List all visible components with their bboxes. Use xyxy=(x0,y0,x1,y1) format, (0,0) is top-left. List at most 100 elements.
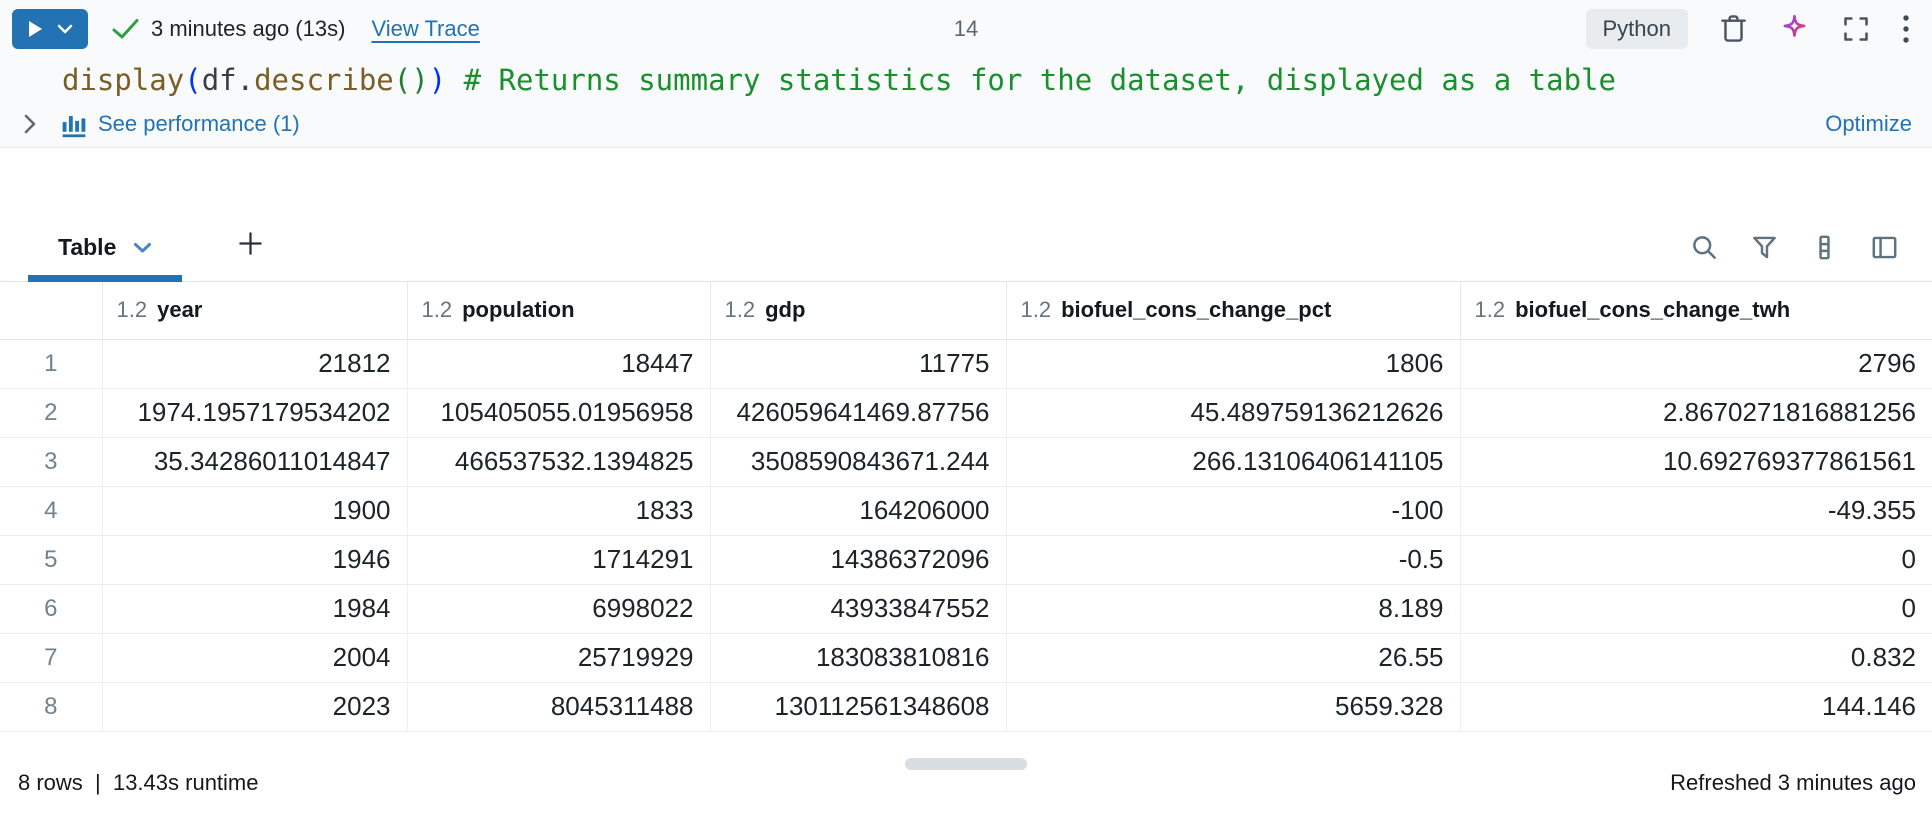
cell[interactable]: 43933847552 xyxy=(710,584,1007,634)
cell[interactable]: 25719929 xyxy=(407,633,711,683)
column-name: year xyxy=(157,297,203,323)
numeric-type-icon: 1.2 xyxy=(116,297,148,323)
code-token: ) xyxy=(411,63,429,97)
cell[interactable]: 466537532.1394825 xyxy=(407,437,711,487)
cell[interactable]: 35.34286011014847 xyxy=(102,437,408,487)
tab-table[interactable]: Table xyxy=(28,220,183,282)
cell[interactable]: 105405055.01956958 xyxy=(407,388,711,438)
see-performance-link[interactable]: See performance (1) xyxy=(98,111,300,137)
side-panel-button[interactable] xyxy=(1871,234,1898,261)
cell[interactable]: 21812 xyxy=(102,339,408,389)
code-token: ( xyxy=(184,63,202,97)
results-toolbar: Table xyxy=(0,148,1932,282)
cell-toolbar-actions: Python xyxy=(1585,8,1911,49)
column-header-biofuel_cons_change_twh[interactable]: 1.2 biofuel_cons_change_twh xyxy=(1460,282,1932,340)
columns-icon xyxy=(1811,234,1838,261)
filter-icon xyxy=(1751,234,1778,261)
cell[interactable]: 11775 xyxy=(710,339,1007,389)
cell[interactable]: 1974.1957179534202 xyxy=(102,388,408,438)
cell[interactable]: 10.692769377861561 xyxy=(1460,437,1932,487)
cell[interactable]: 0 xyxy=(1460,584,1932,634)
table-header-row: 1.2 year 1.2 population 1.2 gdp 1.2 biofuel_con… xyxy=(0,282,1932,340)
play-icon xyxy=(27,19,44,39)
cell[interactable]: 2023 xyxy=(102,682,408,732)
cell[interactable]: 2.8670271816881256 xyxy=(1460,388,1932,438)
columns-button[interactable] xyxy=(1811,234,1838,261)
cell[interactable]: 130112561348608 xyxy=(710,682,1007,732)
kebab-menu-icon xyxy=(1902,14,1910,44)
performance-row: See performance (1) Optimize xyxy=(0,105,1932,147)
column-header-year[interactable]: 1.2 year xyxy=(102,282,408,340)
code-token: # Returns summary statistics for the dat… xyxy=(446,63,1616,97)
numeric-type-icon: 1.2 xyxy=(421,297,453,323)
row-index: 6 xyxy=(0,584,103,634)
view-trace-link[interactable]: View Trace xyxy=(371,16,479,42)
success-check-icon xyxy=(112,18,139,40)
row-index: 1 xyxy=(0,339,103,389)
cell[interactable]: 0 xyxy=(1460,535,1932,585)
delete-cell-button[interactable] xyxy=(1720,14,1747,43)
cell[interactable]: 2004 xyxy=(102,633,408,683)
notebook-cell-header: 3 minutes ago (13s) View Trace 14 Python xyxy=(0,0,1932,148)
sparkle-icon xyxy=(1779,13,1810,44)
column-header-population[interactable]: 1.2 population xyxy=(407,282,711,340)
cell-execution-number: 14 xyxy=(953,15,979,41)
chevron-down-icon[interactable] xyxy=(57,24,73,34)
cell[interactable]: 14386372096 xyxy=(710,535,1007,585)
row-index: 2 xyxy=(0,388,103,438)
cell[interactable]: 183083810816 xyxy=(710,633,1007,683)
row-index: 4 xyxy=(0,486,103,536)
column-name: biofuel_cons_change_twh xyxy=(1515,297,1791,323)
optimize-link[interactable]: Optimize xyxy=(1825,111,1912,137)
cell[interactable]: -0.5 xyxy=(1006,535,1461,585)
cell[interactable]: -100 xyxy=(1006,486,1461,536)
cell[interactable]: 1806 xyxy=(1006,339,1461,389)
expand-cell-button[interactable] xyxy=(1842,15,1870,43)
refreshed-status: Refreshed 3 minutes ago xyxy=(1670,769,1916,795)
cell[interactable]: 0.832 xyxy=(1460,633,1932,683)
fullscreen-icon xyxy=(1842,15,1870,43)
table-row: 8 2023 8045311488 130112561348608 5659.328 14… xyxy=(0,682,1932,732)
cell-toolbar: 3 minutes ago (13s) View Trace 14 Python xyxy=(0,0,1932,57)
cell[interactable]: 8045311488 xyxy=(407,682,711,732)
filter-button[interactable] xyxy=(1751,234,1778,261)
table-actions xyxy=(1691,234,1898,261)
cell[interactable]: 3508590843671.244 xyxy=(710,437,1007,487)
cell[interactable]: 6998022 xyxy=(407,584,711,634)
bar-chart-icon xyxy=(59,110,88,139)
search-button[interactable] xyxy=(1691,234,1718,261)
cell[interactable]: 26.55 xyxy=(1006,633,1461,683)
cell[interactable]: 1714291 xyxy=(407,535,711,585)
plus-icon xyxy=(237,230,264,257)
cell[interactable]: 1833 xyxy=(407,486,711,536)
cell[interactable]: 164206000 xyxy=(710,486,1007,536)
cell[interactable]: -49.355 xyxy=(1460,486,1932,536)
cell[interactable]: 1984 xyxy=(102,584,408,634)
cell[interactable]: 1946 xyxy=(102,535,408,585)
horizontal-scrollbar-thumb[interactable] xyxy=(905,757,1027,770)
chevron-down-icon[interactable] xyxy=(133,242,152,254)
table-row: 7 2004 25719929 183083810816 26.55 0.832 xyxy=(0,633,1932,683)
cell[interactable]: 18447 xyxy=(407,339,711,389)
table-row: 2 1974.1957179534202 105405055.01956958 426… xyxy=(0,388,1932,438)
cell-menu-button[interactable] xyxy=(1902,14,1910,44)
run-cell-button[interactable] xyxy=(12,8,88,49)
column-header-biofuel_cons_change_pct[interactable]: 1.2 biofuel_cons_change_pct xyxy=(1006,282,1461,340)
row-index: 7 xyxy=(0,633,103,683)
code-line[interactable]: display(df.describe()) # Returns summary… xyxy=(0,57,1932,105)
language-selector[interactable]: Python xyxy=(1585,8,1688,49)
cell[interactable]: 2796 xyxy=(1460,339,1932,389)
cell[interactable]: 1900 xyxy=(102,486,408,536)
chevron-right-icon[interactable] xyxy=(24,114,37,134)
cell[interactable]: 266.13106406141105 xyxy=(1006,437,1461,487)
numeric-type-icon: 1.2 xyxy=(1020,297,1052,323)
add-visualization-button[interactable] xyxy=(228,221,272,265)
cell[interactable]: 144.146 xyxy=(1460,682,1932,732)
code-token: df xyxy=(201,63,237,97)
column-header-gdp[interactable]: 1.2 gdp xyxy=(710,282,1007,340)
cell[interactable]: 45.489759136212626 xyxy=(1006,388,1461,438)
cell[interactable]: 8.189 xyxy=(1006,584,1461,634)
ai-assistant-button[interactable] xyxy=(1779,13,1810,44)
cell[interactable]: 426059641469.87756 xyxy=(710,388,1007,438)
cell[interactable]: 5659.328 xyxy=(1006,682,1461,732)
